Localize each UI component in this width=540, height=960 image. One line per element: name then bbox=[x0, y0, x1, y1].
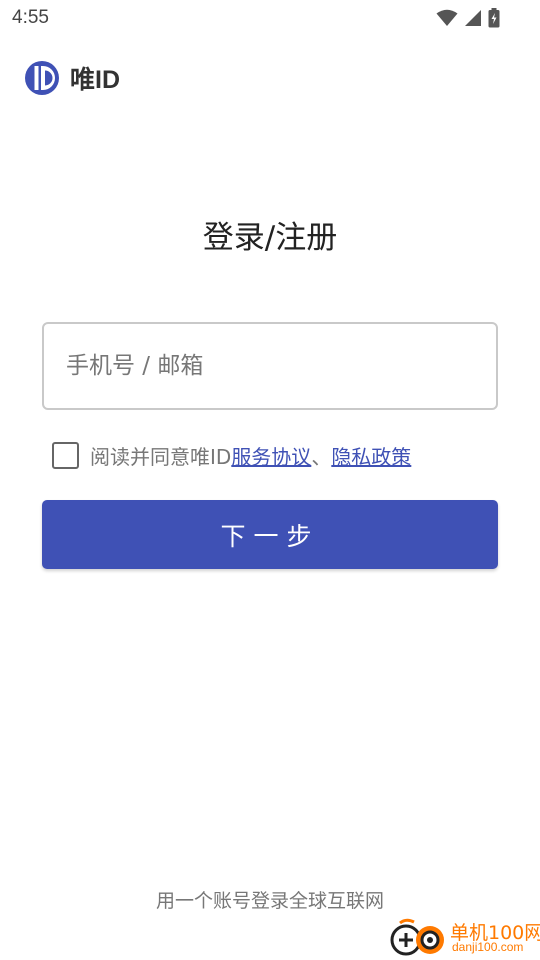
danji100-logo-icon bbox=[390, 918, 444, 956]
agree-text: 阅读并同意唯ID bbox=[90, 444, 232, 469]
account-input-box[interactable] bbox=[42, 322, 498, 410]
weiid-logo-icon bbox=[25, 61, 59, 95]
agree-checkbox[interactable] bbox=[52, 441, 79, 469]
wifi-icon bbox=[436, 9, 458, 26]
next-button[interactable]: 下一步 bbox=[42, 500, 498, 569]
account-input[interactable] bbox=[44, 324, 496, 408]
brand: 唯ID bbox=[24, 60, 120, 96]
privacy-link[interactable]: 隐私政策 bbox=[331, 441, 411, 470]
agree-separator: 、 bbox=[311, 444, 332, 469]
watermark: 单机100网 danji100.com bbox=[390, 910, 540, 960]
status-time: 4:55 bbox=[12, 7, 49, 28]
status-icons bbox=[436, 8, 500, 28]
footer-slogan: 用一个账号登录全球互联网 bbox=[155, 890, 384, 912]
agreement-row: 阅读并同意唯ID 服务协议 、 隐私政策 bbox=[52, 440, 411, 470]
watermark-en: danji100.com bbox=[452, 940, 524, 954]
terms-link[interactable]: 服务协议 bbox=[231, 441, 311, 470]
page-title: 登录/注册 bbox=[202, 220, 338, 256]
signal-icon bbox=[465, 10, 481, 26]
battery-charging-icon bbox=[488, 8, 500, 28]
next-button-label: 下一步 bbox=[220, 521, 320, 551]
status-bar: 4:55 bbox=[0, 0, 540, 36]
brand-name: 唯ID bbox=[70, 66, 121, 94]
